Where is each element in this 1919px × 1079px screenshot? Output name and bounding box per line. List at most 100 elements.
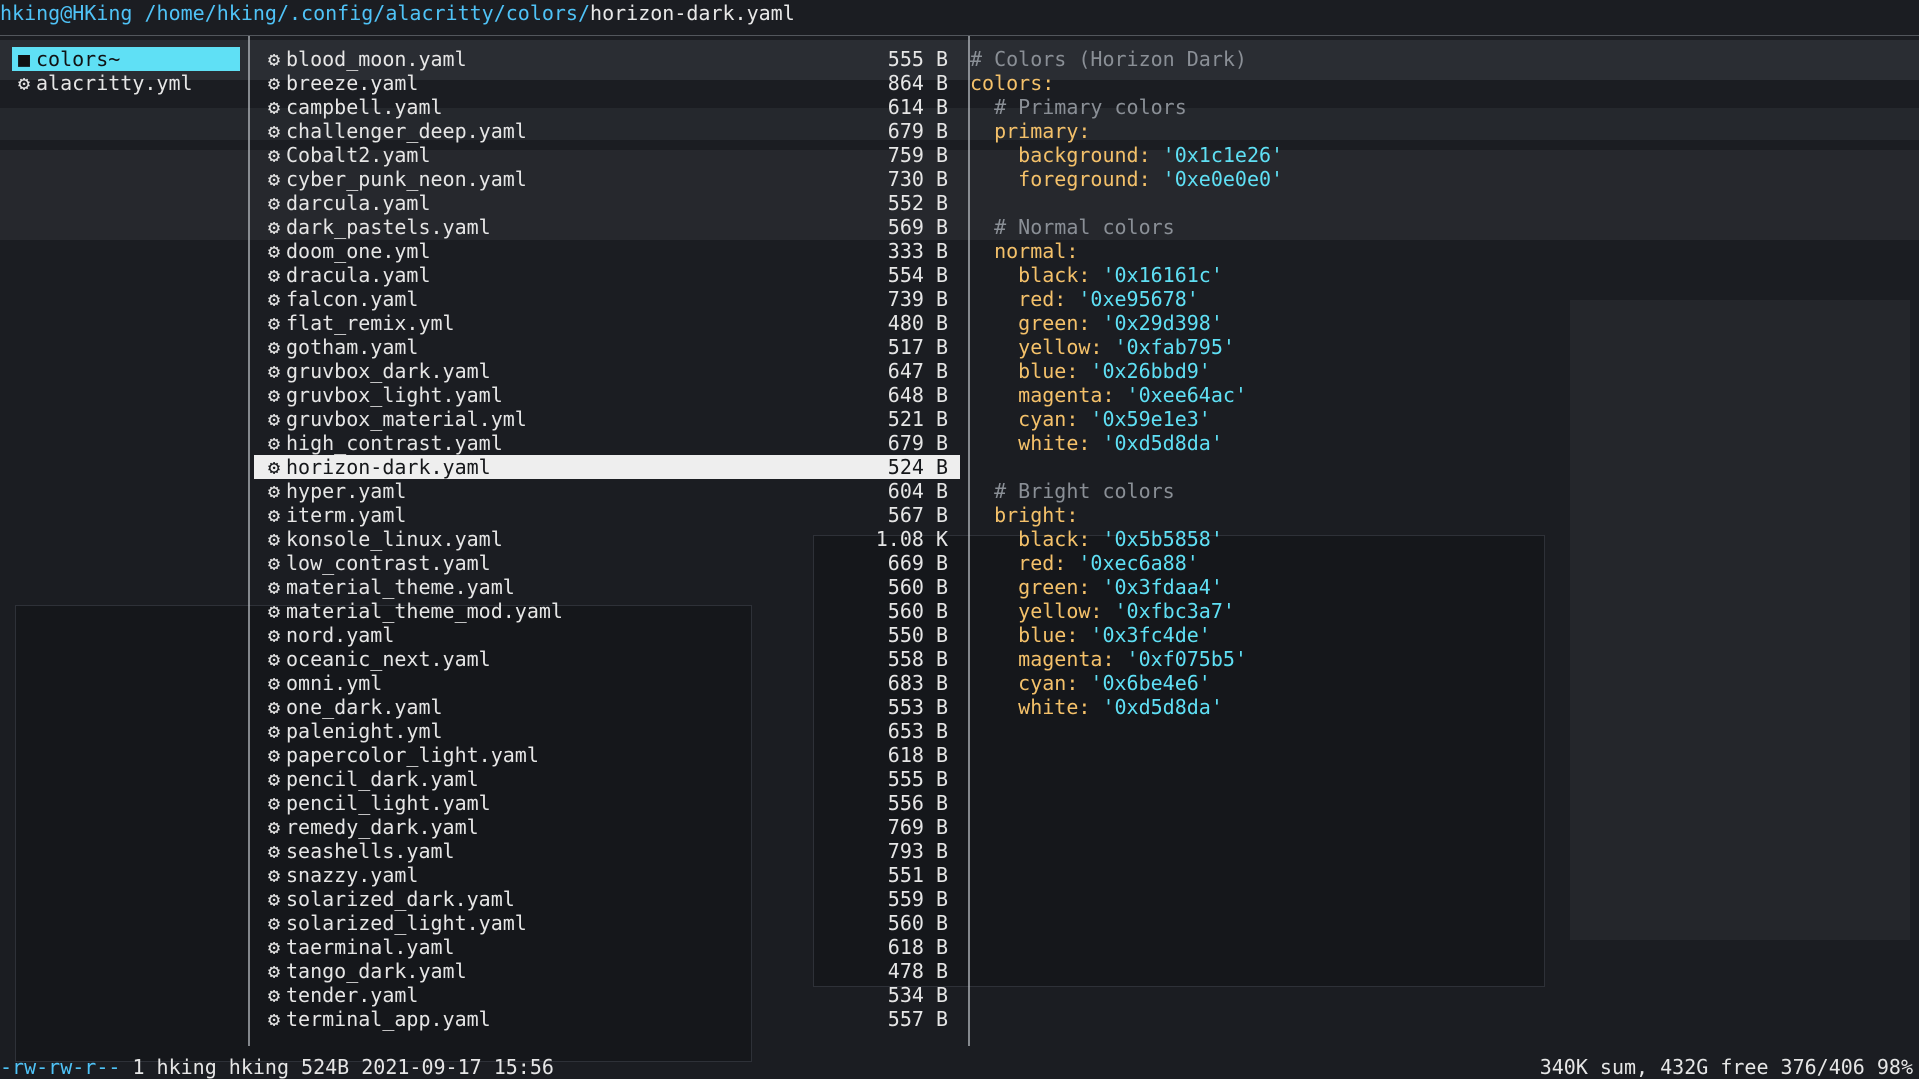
file-row[interactable]: ⚙ pencil_dark.yaml 555 B — [254, 767, 960, 791]
file-size: 648 B — [887, 383, 948, 407]
preview-line: primary: — [970, 119, 1910, 143]
file-row[interactable]: ⚙ iterm.yaml 567 B — [254, 503, 960, 527]
preview-line: foreground: '0xe0e0e0' — [970, 167, 1910, 191]
preview-line: white: '0xd5d8da' — [970, 431, 1910, 455]
file-row[interactable]: ⚙ doom_one.yml 333 B — [254, 239, 960, 263]
yaml-value: '0x3fc4de' — [1090, 623, 1211, 647]
frame-divider — [0, 35, 1919, 36]
file-row[interactable]: ⚙ pencil_light.yaml 556 B — [254, 791, 960, 815]
file-name: challenger_deep.yaml — [286, 119, 527, 143]
file-size: 614 B — [887, 95, 948, 119]
file-row[interactable]: ⚙ dracula.yaml 554 B — [254, 263, 960, 287]
preview-line: green: '0x29d398' — [970, 311, 1910, 335]
preview-line: colors: — [970, 71, 1910, 95]
file-row[interactable]: ⚙ gruvbox_material.yml 521 B — [254, 407, 960, 431]
file-row[interactable]: ⚙ konsole_linux.yaml 1.08 K — [254, 527, 960, 551]
file-row[interactable]: ⚙ challenger_deep.yaml 679 B — [254, 119, 960, 143]
yaml-value: '0x3fdaa4' — [1102, 575, 1223, 599]
file-row[interactable]: ⚙ one_dark.yaml 553 B — [254, 695, 960, 719]
yaml-key: red: — [1018, 287, 1079, 311]
file-name: snazzy.yaml — [286, 863, 419, 887]
yaml-key: primary: — [994, 119, 1091, 143]
file-row[interactable]: ⚙ blood_moon.yaml 555 B — [254, 47, 960, 71]
yaml-key: cyan: — [1018, 671, 1091, 695]
file-size: 333 B — [887, 239, 948, 263]
file-row[interactable]: ⚙ terminal_app.yaml 557 B — [254, 1007, 960, 1031]
file-row[interactable]: ⚙ dark_pastels.yaml 569 B — [254, 215, 960, 239]
gear-icon: ⚙ — [267, 263, 281, 287]
yaml-key: blue: — [1018, 359, 1091, 383]
file-name: gruvbox_dark.yaml — [286, 359, 491, 383]
yaml-value: '0x29d398' — [1102, 311, 1223, 335]
gear-icon: ⚙ — [267, 671, 281, 695]
file-row[interactable]: ⚙ campbell.yaml 614 B — [254, 95, 960, 119]
file-size: 554 B — [887, 263, 948, 287]
yaml-value: '0xf075b5' — [1126, 647, 1247, 671]
gear-icon: ⚙ — [267, 71, 281, 95]
file-row[interactable]: ⚙ gruvbox_dark.yaml 647 B — [254, 359, 960, 383]
file-row[interactable]: ⚙ tango_dark.yaml 478 B — [254, 959, 960, 983]
file-row[interactable]: ⚙ Cobalt2.yaml 759 B — [254, 143, 960, 167]
gear-icon: ⚙ — [267, 551, 281, 575]
yaml-value: '0x1c1e26' — [1162, 143, 1284, 167]
file-name: dark_pastels.yaml — [286, 215, 491, 239]
file-row[interactable]: ⚙ palenight.yml 653 B — [254, 719, 960, 743]
preview-line: bright: — [970, 503, 1910, 527]
file-row[interactable]: ⚙ gotham.yaml 517 B — [254, 335, 960, 359]
file-name: cyber_punk_neon.yaml — [286, 167, 527, 191]
file-row[interactable]: ⚙ falcon.yaml 739 B — [254, 287, 960, 311]
file-row[interactable]: ⚙ flat_remix.yml 480 B — [254, 311, 960, 335]
yaml-comment: # Colors (Horizon Dark) — [970, 47, 1247, 71]
parent-entry[interactable]: ⚙ alacritty.yml — [12, 71, 240, 95]
file-row[interactable]: ⚙ horizon-dark.yaml 524 B — [254, 455, 960, 479]
file-row[interactable]: ⚙ omni.yml 683 B — [254, 671, 960, 695]
file-row[interactable]: ⚙ cyber_punk_neon.yaml 730 B — [254, 167, 960, 191]
file-name: material_theme.yaml — [286, 575, 515, 599]
file-row[interactable]: ⚙ material_theme_mod.yaml 560 B — [254, 599, 960, 623]
file-size: 618 B — [887, 935, 948, 959]
file-row[interactable]: ⚙ material_theme.yaml 560 B — [254, 575, 960, 599]
gear-icon: ⚙ — [267, 743, 281, 767]
file-row[interactable]: ⚙ seashells.yaml 793 B — [254, 839, 960, 863]
file-row[interactable]: ⚙ snazzy.yaml 551 B — [254, 863, 960, 887]
file-row[interactable]: ⚙ breeze.yaml 864 B — [254, 71, 960, 95]
file-size: 567 B — [887, 503, 948, 527]
file-row[interactable]: ⚙ tender.yaml 534 B — [254, 983, 960, 1007]
yaml-key: cyan: — [1018, 407, 1091, 431]
gear-icon: ⚙ — [267, 431, 281, 455]
file-name: gruvbox_material.yml — [286, 407, 527, 431]
gear-icon: ⚙ — [267, 935, 281, 959]
file-size: 769 B — [887, 815, 948, 839]
file-row[interactable]: ⚙ papercolor_light.yaml 618 B — [254, 743, 960, 767]
file-row[interactable]: ⚙ low_contrast.yaml 669 B — [254, 551, 960, 575]
file-row[interactable]: ⚙ high_contrast.yaml 679 B — [254, 431, 960, 455]
file-name: nord.yaml — [286, 623, 395, 647]
file-row[interactable]: ⚙ taerminal.yaml 618 B — [254, 935, 960, 959]
file-name: doom_one.yml — [286, 239, 431, 263]
file-row[interactable]: ⚙ hyper.yaml 604 B — [254, 479, 960, 503]
file-row[interactable]: ⚙ gruvbox_light.yaml 648 B — [254, 383, 960, 407]
yaml-value: '0x6be4e6' — [1090, 671, 1211, 695]
preview-line: blue: '0x26bbd9' — [970, 359, 1910, 383]
file-row[interactable]: ⚙ nord.yaml 550 B — [254, 623, 960, 647]
file-row[interactable]: ⚙ remedy_dark.yaml 769 B — [254, 815, 960, 839]
preview-line: background: '0x1c1e26' — [970, 143, 1910, 167]
gear-icon: ⚙ — [267, 167, 281, 191]
file-size: 534 B — [887, 983, 948, 1007]
file-row[interactable]: ⚙ solarized_dark.yaml 559 B — [254, 887, 960, 911]
gear-icon: ⚙ — [267, 215, 281, 239]
preview-line: red: '0xec6a88' — [970, 551, 1910, 575]
parent-entry[interactable]: ■ colors~ — [12, 47, 240, 71]
gear-icon: ⚙ — [267, 119, 281, 143]
file-row[interactable]: ⚙ solarized_light.yaml 560 B — [254, 911, 960, 935]
yaml-value: '0xfab795' — [1114, 335, 1235, 359]
file-row[interactable]: ⚙ oceanic_next.yaml 558 B — [254, 647, 960, 671]
file-row[interactable]: ⚙ darcula.yaml 552 B — [254, 191, 960, 215]
gear-icon: ⚙ — [267, 599, 281, 623]
gear-icon: ⚙ — [267, 503, 281, 527]
path-bar: hking@HKing /home/hking/.config/alacritt… — [0, 0, 1919, 28]
file-size: 604 B — [887, 479, 948, 503]
file-size: 555 B — [887, 767, 948, 791]
yaml-value: '0xec6a88' — [1078, 551, 1199, 575]
status-bar: -rw-rw-r-- 1 hking hking 524B 2021-09-17… — [0, 1055, 1919, 1079]
